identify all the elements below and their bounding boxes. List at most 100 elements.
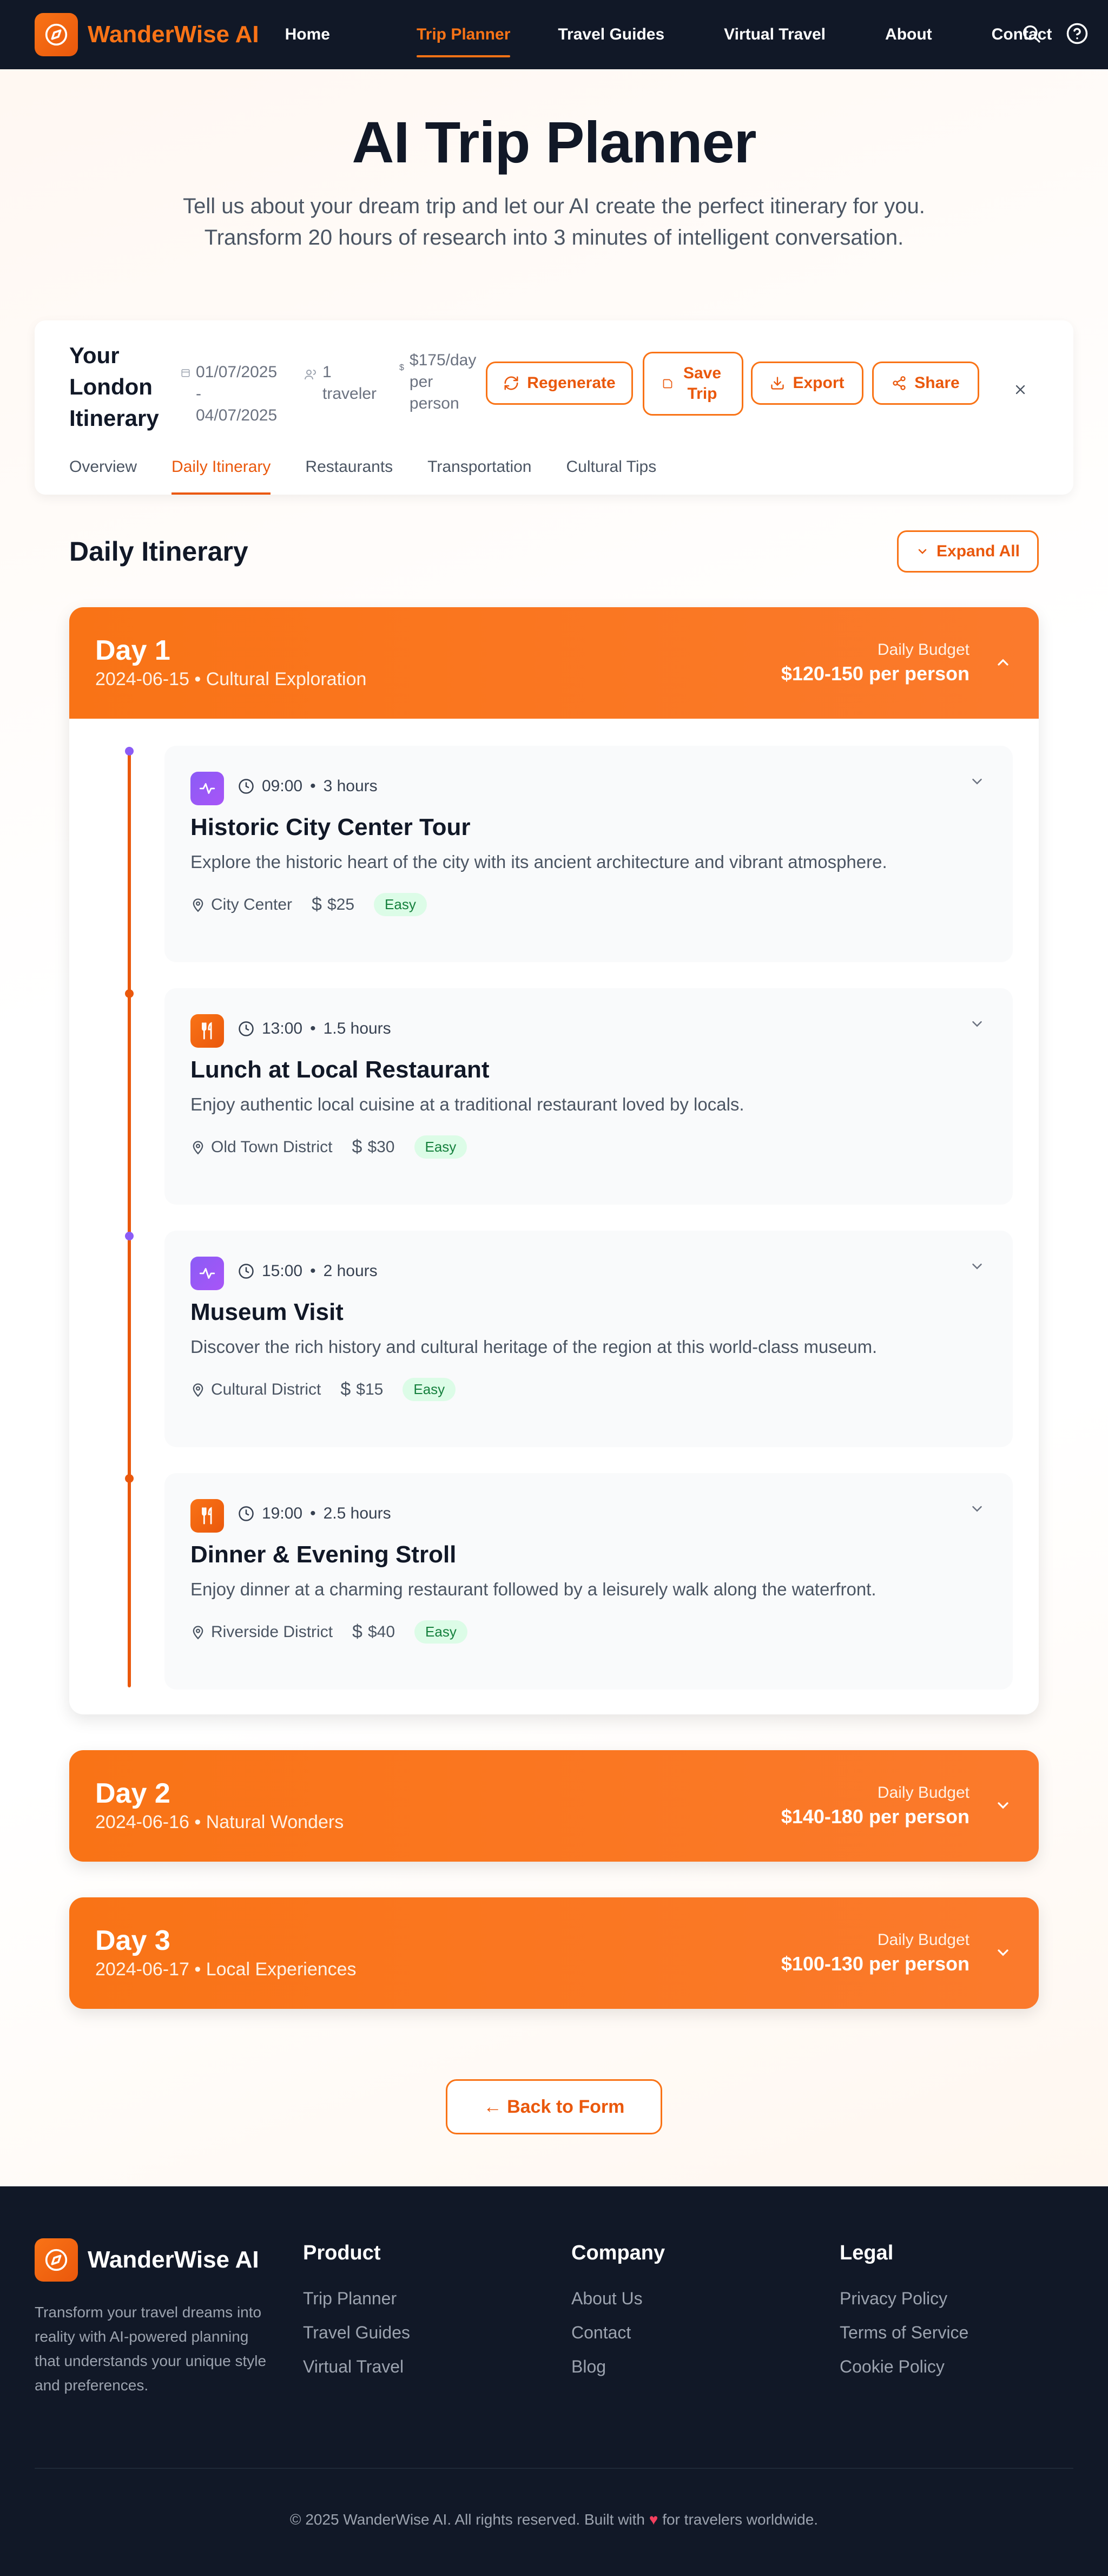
footer-column-title: Product bbox=[303, 2242, 381, 2264]
footer-column-company: Company About Us Contact Blog bbox=[571, 2242, 665, 2391]
heart-icon: ♥ bbox=[649, 2511, 658, 2528]
brand-name: WanderWise AI bbox=[88, 21, 259, 48]
footer-column-legal: Legal Privacy Policy Terms of Service Co… bbox=[840, 2242, 968, 2391]
download-icon bbox=[771, 377, 784, 390]
dollar-icon: $ bbox=[352, 1136, 362, 1157]
dollar-icon: $ bbox=[399, 363, 404, 372]
footer-column-title: Company bbox=[571, 2242, 665, 2264]
itinerary-travelers: 1 traveler bbox=[304, 362, 377, 405]
footer-column-title: Legal bbox=[840, 2242, 894, 2264]
share-label: Share bbox=[914, 374, 960, 392]
nav-link-home[interactable]: Home bbox=[272, 0, 343, 69]
difficulty-badge: Easy bbox=[414, 1620, 467, 1644]
logo[interactable]: WanderWise AI bbox=[35, 13, 259, 56]
itinerary-tabs: Overview Daily Itinerary Restaurants Tra… bbox=[69, 439, 656, 495]
dates-text: 01/07/2025 - 04/07/2025 bbox=[196, 363, 278, 424]
footer-link-trip-planner[interactable]: Trip Planner bbox=[303, 2289, 410, 2309]
daily-budget-label: Daily Budget bbox=[877, 641, 970, 659]
activity-name: Lunch at Local Restaurant bbox=[190, 1056, 490, 1083]
activity-card[interactable]: 13:00 • 1.5 hours Lunch at Local Restaur… bbox=[164, 988, 1013, 1205]
cost-text: $40 bbox=[367, 1622, 395, 1641]
footer-link-cookie-policy[interactable]: Cookie Policy bbox=[840, 2357, 968, 2377]
tab-cultural-tips[interactable]: Cultural Tips bbox=[566, 439, 657, 495]
expand-all-label: Expand All bbox=[936, 542, 1020, 560]
chevron-down-icon[interactable] bbox=[967, 772, 987, 791]
tab-daily-itinerary[interactable]: Daily Itinerary bbox=[172, 439, 271, 495]
footer-link-terms-of-service[interactable]: Terms of Service bbox=[840, 2323, 968, 2343]
tab-transportation[interactable]: Transportation bbox=[427, 439, 531, 495]
footer-link-contact[interactable]: Contact bbox=[571, 2323, 665, 2343]
difficulty-badge: Easy bbox=[374, 893, 427, 916]
activity-meta: Riverside District $ $40 Easy bbox=[190, 1620, 467, 1644]
chevron-down-icon[interactable] bbox=[992, 1942, 1014, 1963]
activity-meta: Cultural District $ $15 Easy bbox=[190, 1378, 456, 1401]
chevron-down-icon[interactable] bbox=[992, 1795, 1014, 1816]
day-header[interactable]: Day 3 2024-06-17 • Local Experiences Dai… bbox=[69, 1897, 1039, 2009]
day-card: Day 2 2024-06-16 • Natural Wonders Daily… bbox=[69, 1750, 1039, 1862]
help-circle-icon[interactable] bbox=[1066, 22, 1089, 48]
day-subtitle: 2024-06-16 • Natural Wonders bbox=[95, 1812, 344, 1832]
daily-budget-label: Daily Budget bbox=[877, 1931, 970, 1949]
activity-card[interactable]: 15:00 • 2 hours Museum Visit Discover th… bbox=[164, 1231, 1013, 1447]
tab-restaurants[interactable]: Restaurants bbox=[305, 439, 393, 495]
map-pin-icon bbox=[193, 1625, 203, 1639]
tab-overview[interactable]: Overview bbox=[69, 439, 137, 495]
location-text: Old Town District bbox=[211, 1138, 333, 1156]
itinerary-budget: $ $175/day per person bbox=[399, 350, 480, 415]
location-text: Riverside District bbox=[211, 1622, 333, 1641]
export-button[interactable]: Export bbox=[751, 362, 863, 405]
regenerate-button[interactable]: Regenerate bbox=[486, 362, 633, 405]
close-icon[interactable] bbox=[1005, 374, 1036, 405]
chevron-up-icon[interactable] bbox=[992, 652, 1014, 673]
nav-link-virtual-travel[interactable]: Virtual Travel bbox=[711, 0, 839, 69]
footer-link-blog[interactable]: Blog bbox=[571, 2357, 665, 2377]
back-to-form-button[interactable]: ← Back to Form bbox=[446, 2079, 662, 2134]
footer-link-about-us[interactable]: About Us bbox=[571, 2289, 665, 2309]
activity-card[interactable]: 19:00 • 2.5 hours Dinner & Evening Strol… bbox=[164, 1473, 1013, 1690]
day-header[interactable]: Day 2 2024-06-16 • Natural Wonders Daily… bbox=[69, 1750, 1039, 1862]
save-trip-button[interactable]: Save Trip bbox=[643, 352, 743, 416]
map-pin-icon bbox=[193, 898, 203, 912]
nav-link-trip-planner[interactable]: Trip Planner bbox=[404, 0, 523, 69]
footer-link-privacy-policy[interactable]: Privacy Policy bbox=[840, 2289, 968, 2309]
chevron-down-icon[interactable] bbox=[967, 1257, 987, 1276]
itinerary-title: Your London Itinerary bbox=[69, 343, 159, 431]
page-subtitle: Tell us about your dream trip and let ou… bbox=[148, 190, 960, 253]
copyright-text-end: for travelers worldwide. bbox=[662, 2511, 819, 2528]
timeline-dot bbox=[125, 989, 134, 998]
expand-all-button[interactable]: Expand All bbox=[897, 530, 1039, 573]
day-subtitle: 2024-06-15 • Cultural Exploration bbox=[95, 669, 367, 689]
chevron-down-icon[interactable] bbox=[967, 1499, 987, 1519]
chevron-down-icon[interactable] bbox=[967, 1014, 987, 1034]
refresh-icon bbox=[504, 376, 518, 390]
activity-description: Enjoy dinner at a charming restaurant fo… bbox=[190, 1579, 876, 1599]
footer-link-travel-guides[interactable]: Travel Guides bbox=[303, 2323, 410, 2343]
activity-meta: City Center $ $25 Easy bbox=[190, 893, 427, 916]
day-header[interactable]: Day 1 2024-06-15 • Cultural Exploration … bbox=[69, 607, 1039, 719]
time-text: 09:00 bbox=[262, 777, 303, 795]
activity-pulse-icon bbox=[190, 772, 224, 805]
search-icon[interactable] bbox=[1020, 23, 1042, 47]
dollar-icon: $ bbox=[340, 1379, 351, 1399]
footer-logo[interactable]: WanderWise AI bbox=[35, 2238, 259, 2282]
share-button[interactable]: Share bbox=[872, 362, 979, 405]
travelers-text: 1 traveler bbox=[322, 363, 377, 403]
cost-text: $15 bbox=[356, 1380, 384, 1398]
itinerary-header-card: Your London Itinerary 01/07/2025 - 04/07… bbox=[35, 320, 1073, 495]
footer-link-virtual-travel[interactable]: Virtual Travel bbox=[303, 2357, 410, 2377]
copyright: © 2025 WanderWise AI. All rights reserve… bbox=[0, 2511, 1108, 2528]
day-title: Day 3 bbox=[95, 1925, 170, 1956]
activity-description: Explore the historic heart of the city w… bbox=[190, 852, 887, 872]
nav-link-travel-guides[interactable]: Travel Guides bbox=[545, 0, 677, 69]
clock-icon bbox=[239, 1506, 254, 1521]
timeline-dot bbox=[125, 1474, 134, 1483]
map-pin-icon bbox=[193, 1140, 203, 1154]
activity-name: Museum Visit bbox=[190, 1299, 344, 1325]
day-card: Day 3 2024-06-17 • Local Experiences Dai… bbox=[69, 1897, 1039, 2009]
map-pin-icon bbox=[193, 1383, 203, 1397]
nav-link-about[interactable]: About bbox=[872, 0, 945, 69]
activity-card[interactable]: 09:00 • 3 hours Historic City Center Tou… bbox=[164, 746, 1013, 962]
duration-text: 1.5 hours bbox=[323, 1020, 391, 1037]
copyright-text: © 2025 WanderWise AI. All rights reserve… bbox=[289, 2511, 645, 2528]
compass-icon bbox=[35, 13, 78, 56]
